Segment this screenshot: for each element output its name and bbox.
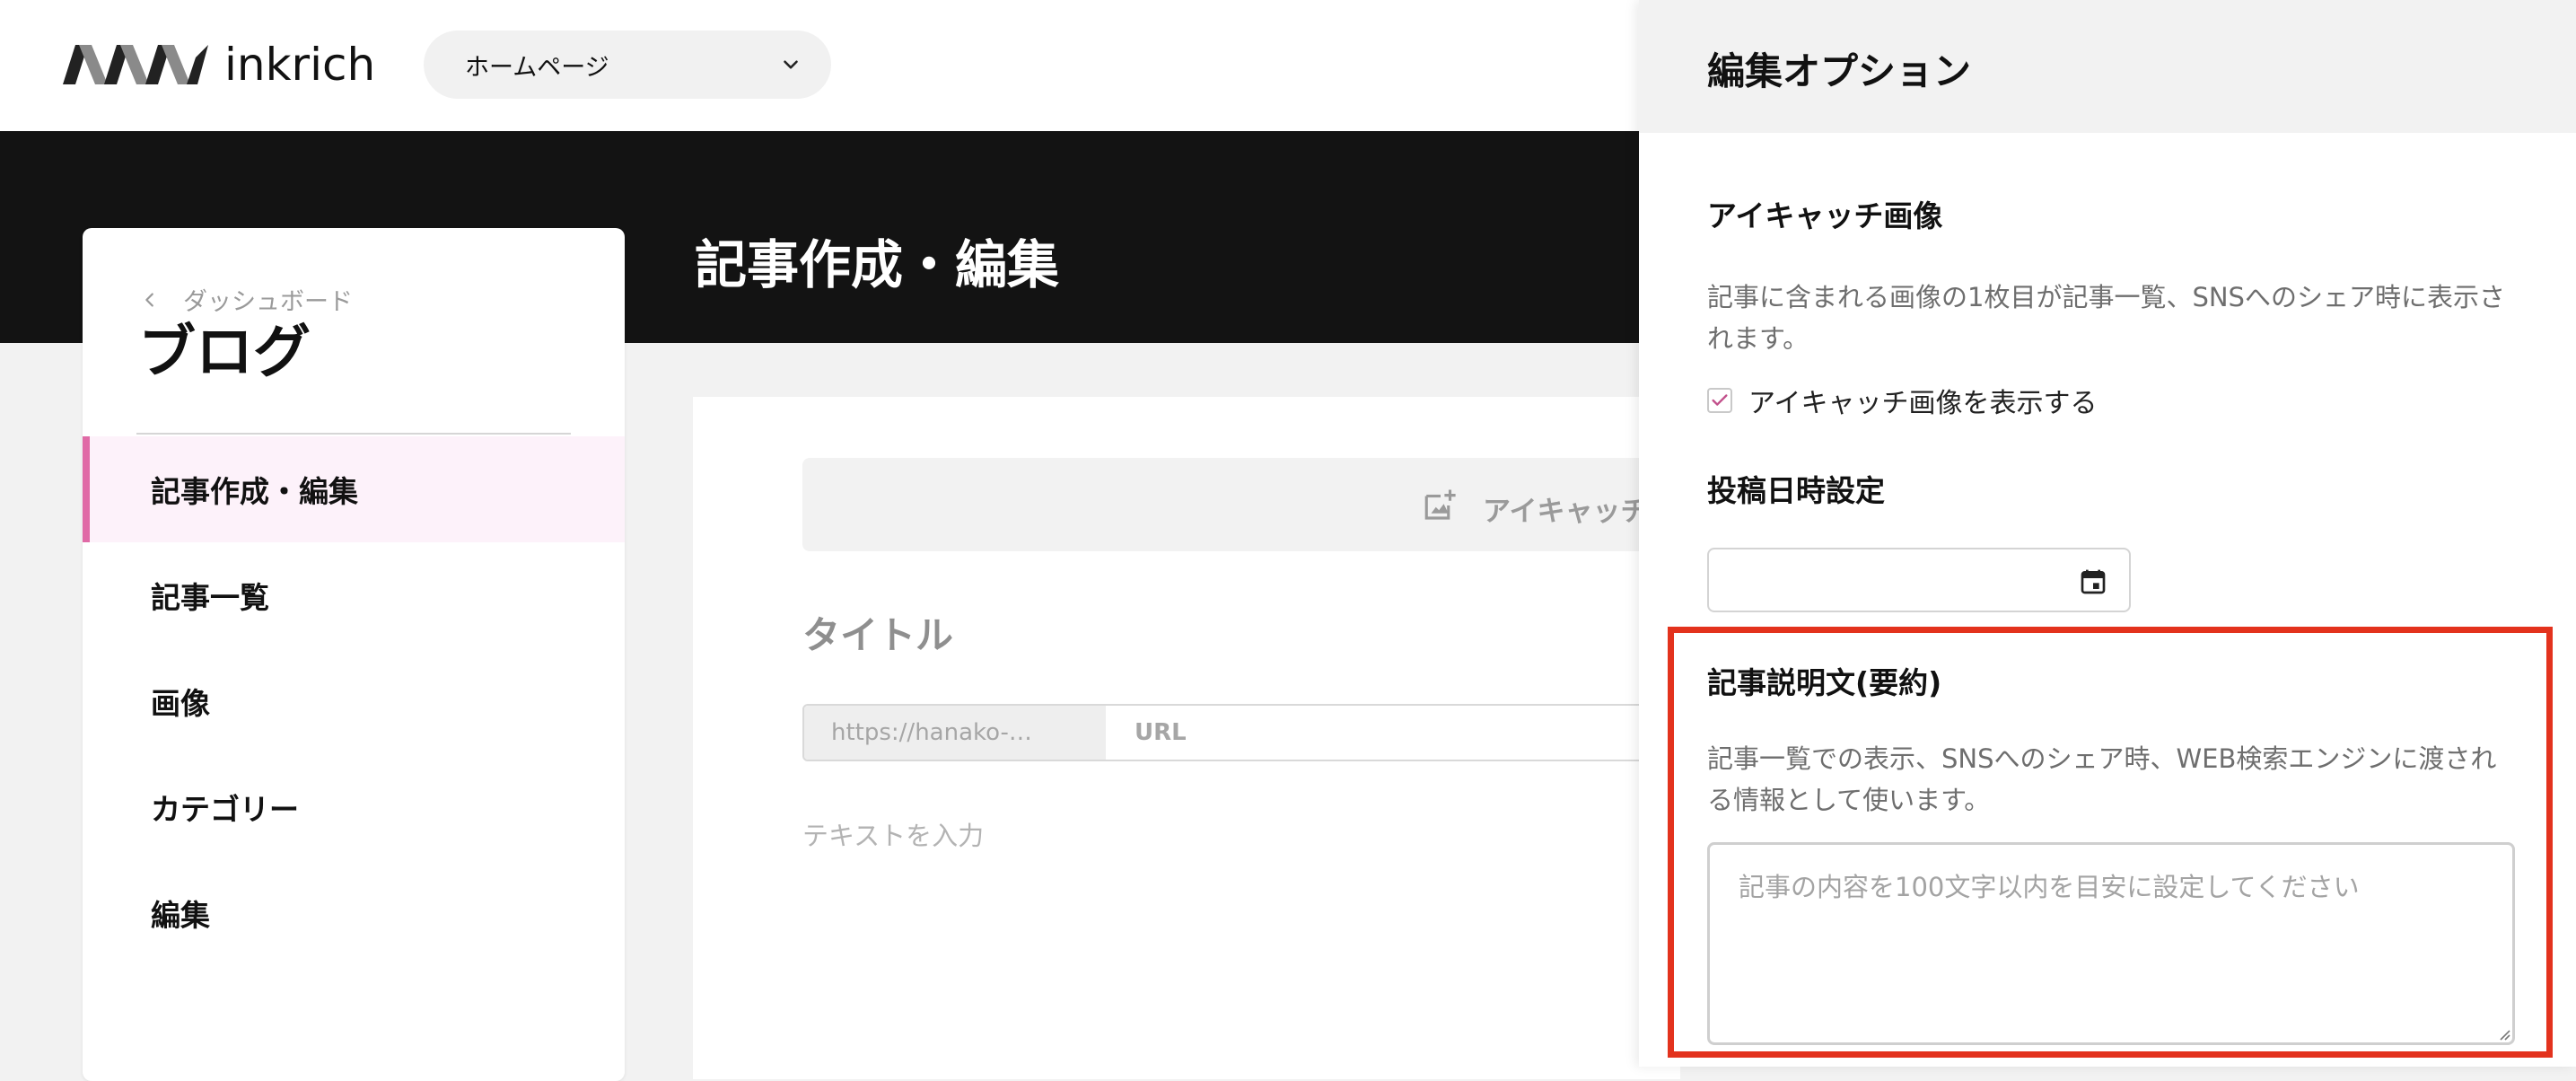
url-prefix: https://hanako-… [804, 706, 1106, 760]
page-select-value: ホームページ [465, 53, 609, 82]
summary-section-title: 記事説明文(要約) [1707, 665, 1942, 700]
sidebar-item-edit[interactable]: 編集 [83, 860, 625, 966]
edit-options-panel: 編集オプション アイキャッチ画像 記事に含まれる画像の1枚目が記事一覧、SNSへ… [1639, 0, 2576, 1067]
eyecatch-section-title: アイキャッチ画像 [1707, 198, 1943, 233]
sidebar-item-article-edit[interactable]: 記事作成・編集 [83, 436, 625, 542]
summary-textarea[interactable] [1707, 842, 2515, 1045]
add-photo-icon [1424, 489, 1456, 520]
eyecatch-upload-area[interactable]: アイキャッチ [802, 458, 1754, 551]
brand-logo[interactable]: inkrich [63, 41, 375, 88]
url-field: https://hanako-… URL [802, 704, 1754, 761]
panel-header: 編集オプション [1639, 0, 2576, 133]
chevron-down-icon [784, 60, 798, 69]
article-editor: アイキャッチ タイトル https://hanako-… URL テキストを入力 [693, 397, 1754, 1079]
calendar-icon[interactable] [2079, 567, 2107, 596]
sidebar-divider [136, 433, 571, 435]
breadcrumb-label: ダッシュボード [183, 288, 353, 316]
brand-name: inkrich [224, 39, 376, 91]
summary-section-description: 記事一覧での表示、SNSへのシェア時、WEB検索エンジンに渡される情報として使い… [1707, 743, 2497, 815]
brand-logo-mark-icon [63, 45, 208, 84]
show-eyecatch-checkbox[interactable] [1707, 388, 1732, 413]
top-header: inkrich ホームページ [0, 0, 1639, 131]
sidebar-item-images[interactable]: 画像 [83, 648, 625, 754]
sidebar-item-article-list[interactable]: 記事一覧 [83, 542, 625, 648]
breadcrumb-dashboard-link[interactable]: ダッシュボード [140, 282, 353, 317]
sidebar-item-categories[interactable]: カテゴリー [83, 754, 625, 860]
body-text-input[interactable]: テキストを入力 [802, 815, 984, 853]
chevron-left-icon [145, 292, 153, 307]
sidebar-item-label: カテゴリー [151, 792, 299, 827]
show-eyecatch-label: アイキャッチ画像を表示する [1748, 388, 2098, 419]
title-input[interactable]: タイトル [802, 605, 953, 660]
resize-grip-icon[interactable] [2493, 1024, 2511, 1041]
sidebar-item-label: 記事作成・編集 [151, 474, 358, 509]
sidebar-item-label: 編集 [151, 898, 210, 933]
page-title: 記事作成・編集 [695, 234, 1060, 295]
sidebar-item-label: 画像 [151, 686, 210, 721]
show-eyecatch-checkbox-row[interactable]: アイキャッチ画像を表示する [1707, 381, 2098, 420]
eyecatch-upload-label: アイキャッチ [1483, 496, 1649, 528]
page-select-dropdown[interactable]: ホームページ [424, 31, 831, 99]
eyecatch-section-description: 記事に含まれる画像の1枚目が記事一覧、SNSへのシェア時に表示されます。 [1707, 282, 2505, 354]
sidebar: ダッシュボード ブログ 記事作成・編集 記事一覧 画像 カテゴリー 編集 [83, 228, 625, 1081]
post-date-input[interactable] [1707, 548, 2131, 612]
sidebar-item-label: 記事一覧 [151, 580, 269, 615]
check-icon [1712, 394, 1728, 406]
sidebar-title: ブログ [138, 320, 311, 386]
panel-title: 編集オプション [1707, 49, 1972, 93]
post-date-section-title: 投稿日時設定 [1707, 473, 1885, 508]
sidebar-nav: 記事作成・編集 記事一覧 画像 カテゴリー 編集 [83, 436, 625, 966]
